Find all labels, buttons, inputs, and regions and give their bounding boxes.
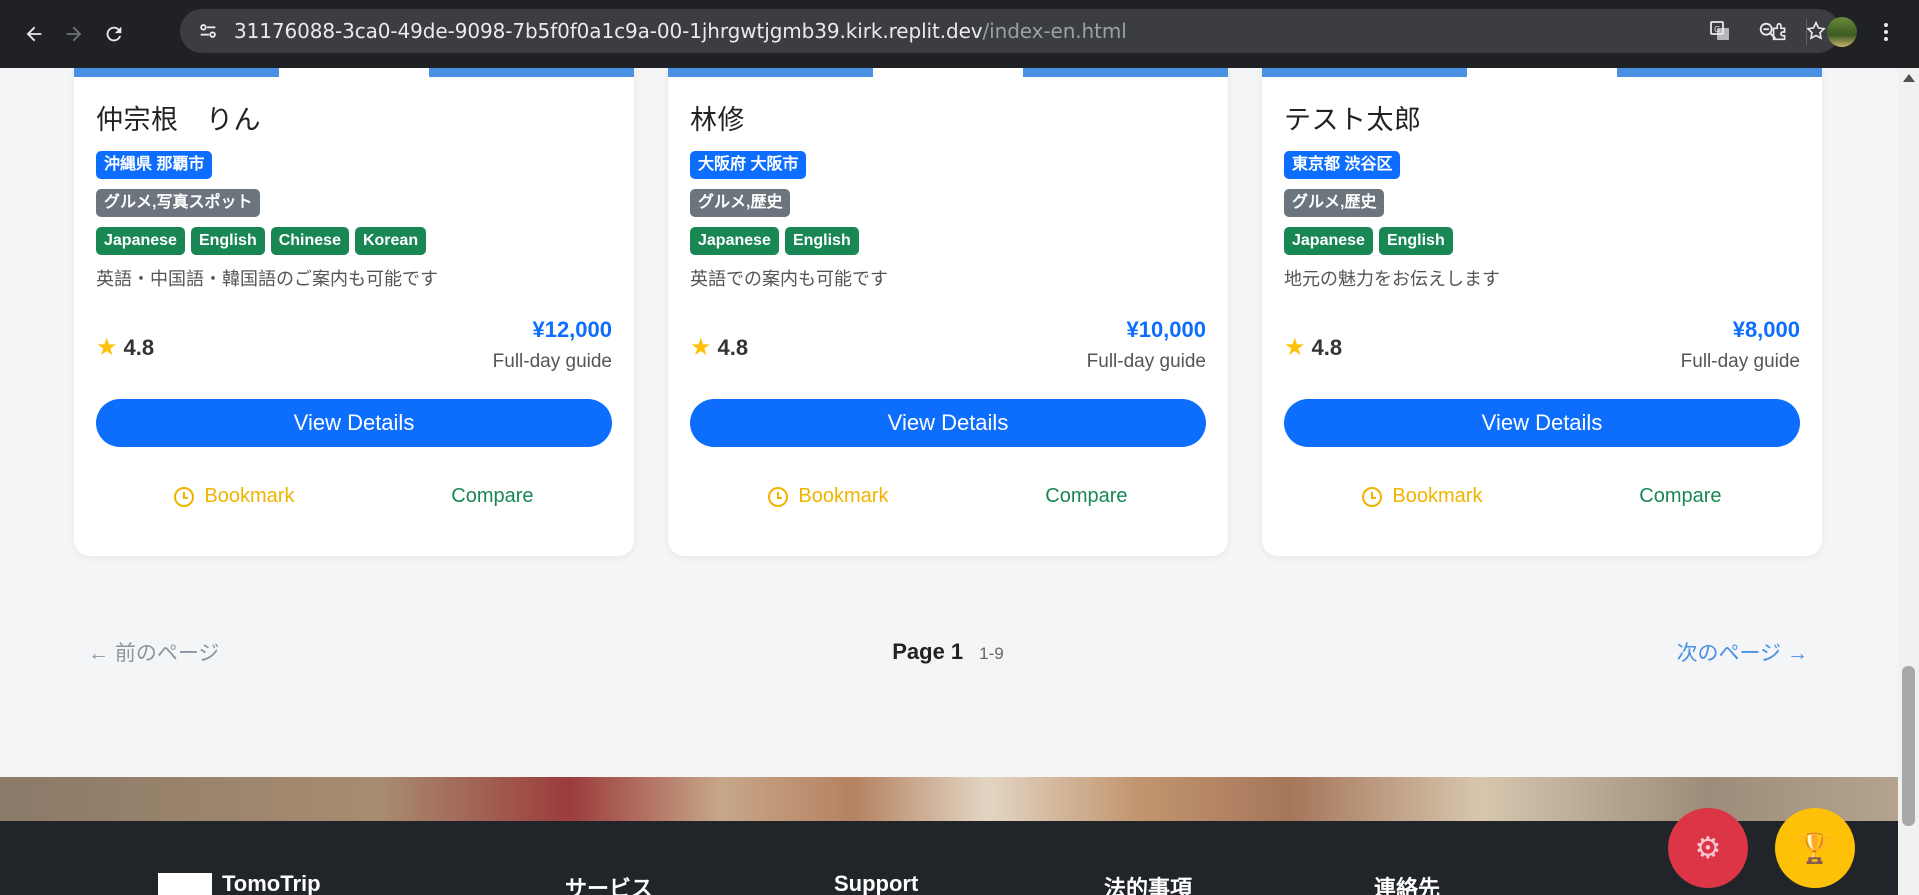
guide-name: 林修 [690,105,745,135]
rating-value: 4.8 [717,334,749,360]
view-details-button[interactable]: View Details [96,399,612,447]
bookmark-button[interactable]: Bookmark [1362,485,1482,508]
card-accent-bar [1617,68,1822,77]
trophy-fab[interactable]: 🏆 [1775,808,1855,888]
rating: ★ 4.8 [1284,333,1342,362]
toolbar-separator [1806,19,1807,45]
bookmark-button[interactable]: Bookmark [768,485,888,508]
clock-icon [174,486,195,507]
footer-col-legal: 法的事項 [1104,876,1193,895]
language-badge: English [190,227,265,255]
location-badge: 沖縄県 那覇市 [96,151,213,179]
card-accent-bar [429,68,634,77]
category-badge: グルメ,歴史 [690,189,791,217]
price-unit: Full-day guide [1680,351,1800,372]
trophy-icon: 🏆 [1796,831,1834,865]
compare-button[interactable]: Compare [1639,485,1721,508]
compare-button[interactable]: Compare [1045,485,1127,508]
translate-icon[interactable]: G [1696,11,1744,51]
price: ¥12,000 [532,317,612,342]
guide-card: テスト太郎 東京都 渋谷区 グルメ,歴史 Japanese English 地元… [1262,68,1822,556]
location-badge: 東京都 渋谷区 [1284,151,1401,179]
card-accent-bar [668,68,873,77]
bookmark-label: Bookmark [798,485,889,507]
location-badge: 大阪府 大阪市 [690,151,807,179]
price-unit: Full-day guide [492,351,612,372]
page-scrollbar[interactable] [1898,68,1919,895]
reload-icon[interactable] [94,14,134,54]
rating: ★ 4.8 [96,333,154,362]
card-accent-bar [1023,68,1228,77]
price: ¥10,000 [1126,317,1206,342]
back-arrow-icon[interactable] [14,14,54,54]
language-badge: English [1378,227,1453,255]
language-badge: Korean [354,227,427,255]
browser-toolbar: 31176088-3ca0-49de-9098-7b5f0f0a1c9a-00-… [0,0,1919,68]
next-page-link[interactable]: 次のページ → [1677,637,1808,667]
clock-icon [1362,486,1383,507]
more-vert-icon[interactable] [1871,12,1901,52]
guide-card: 仲宗根 りん 沖縄県 那覇市 グルメ,写真スポット Japanese Engli… [74,68,634,556]
url-text: 31176088-3ca0-49de-9098-7b5f0f0a1c9a-00-… [234,19,1127,43]
guide-description: 地元の魅力をお伝えします [1284,269,1500,289]
category-badge: グルメ,歴史 [1284,189,1385,217]
price-unit: Full-day guide [1086,351,1206,372]
forward-arrow-icon[interactable] [54,14,94,54]
footer-logo[interactable] [158,873,212,895]
page-range: 1-9 [979,644,1004,663]
guide-name: テスト太郎 [1284,105,1422,135]
view-details-button[interactable]: View Details [1284,399,1800,447]
category-badge: グルメ,写真スポット [96,189,261,217]
scrollbar-thumb[interactable] [1902,666,1915,826]
page-viewport: 仲宗根 りん 沖縄県 那覇市 グルメ,写真スポット Japanese Engli… [0,68,1898,895]
guide-description: 英語・中国語・韓国語のご案内も可能です [96,269,438,289]
guide-card-grid: 仲宗根 りん 沖縄県 那覇市 グルメ,写真スポット Japanese Engli… [74,68,1824,556]
gear-icon: ⚙ [1694,831,1722,865]
profile-avatar[interactable] [1827,17,1857,47]
rating: ★ 4.8 [690,333,748,362]
scroll-up-arrow-icon[interactable] [1903,74,1915,82]
guide-card: 林修 大阪府 大阪市 グルメ,歴史 Japanese English 英語での案… [668,68,1228,556]
page-label: Page 1 [892,639,964,664]
rating-value: 4.8 [1311,334,1343,360]
extensions-icon[interactable] [1760,12,1800,52]
price: ¥8,000 [1732,317,1800,342]
site-settings-icon[interactable] [188,11,228,51]
url-path: /index-en.html [982,19,1127,43]
url-host: 31176088-3ca0-49de-9098-7b5f0f0a1c9a-00-… [234,19,983,43]
site-footer: TomoTrip サービス Support 法的事項 連絡先 [0,821,1898,895]
language-badge: Japanese [1284,227,1373,255]
footer-col-support: Support [834,871,919,895]
footer-brand: TomoTrip [222,871,321,895]
page-indicator: Page 1 1-9 [892,639,1004,665]
card-accent-bar [74,68,279,77]
settings-fab[interactable]: ⚙ [1668,808,1748,888]
card-accent-bar [1262,68,1467,77]
bookmark-label: Bookmark [204,485,295,507]
star-rating-icon: ★ [96,334,118,361]
footer-col-services: サービス [565,876,654,895]
language-badge: English [784,227,859,255]
footer-col-contact: 連絡先 [1374,876,1441,895]
address-bar[interactable]: 31176088-3ca0-49de-9098-7b5f0f0a1c9a-00-… [180,9,1840,53]
footer-hero-image [0,777,1898,821]
prev-page-link[interactable]: ← 前のページ [88,637,219,667]
bookmark-button[interactable]: Bookmark [174,485,294,508]
svg-text:G: G [1714,25,1720,34]
compare-button[interactable]: Compare [451,485,533,508]
language-badge: Japanese [690,227,779,255]
language-badge: Chinese [270,227,349,255]
bookmark-label: Bookmark [1392,485,1483,507]
guide-description: 英語での案内も可能です [690,269,888,289]
language-badge: Japanese [96,227,185,255]
guide-name: 仲宗根 りん [96,105,261,135]
star-rating-icon: ★ [690,334,712,361]
clock-icon [768,486,789,507]
rating-value: 4.8 [123,334,155,360]
star-rating-icon: ★ [1284,334,1306,361]
view-details-button[interactable]: View Details [690,399,1206,447]
pagination: ← 前のページ Page 1 1-9 次のページ → [88,632,1808,672]
